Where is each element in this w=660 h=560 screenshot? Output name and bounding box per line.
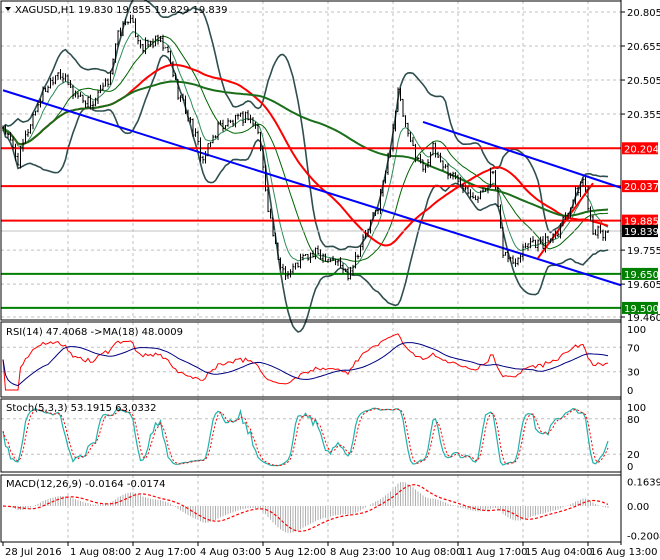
price-tick-label: 20.655	[627, 42, 660, 53]
stoch-tick-label: 0	[627, 462, 633, 473]
price-badge-label: 20.037	[624, 182, 659, 193]
stoch-label: Stoch(5,3,3) 53.1915 63.0332	[6, 403, 157, 414]
time-tick-label: 1 Aug 08:00	[70, 547, 131, 558]
time-tick-label: 2 Aug 17:00	[135, 547, 196, 558]
rsi-label: RSI(14) 47.4068 ->MA(18) 48.0009	[6, 327, 183, 338]
symbol-label: XAGUSD,H1	[15, 5, 75, 16]
stoch-tick-label: 80	[627, 415, 640, 426]
price-badge-label: 19.650	[624, 270, 659, 281]
rsi-tick-label: 100	[627, 325, 646, 336]
price-badge-label: 20.204	[624, 144, 659, 155]
chart-header: XAGUSD,H1 19.830 19.855 19.829 19.839	[5, 5, 228, 16]
trading-chart: 10070300 10080200 0.16390.00-0.2004 20.8…	[0, 0, 660, 560]
macd-tick-label: -0.2004	[627, 532, 660, 543]
price-badge-label: 19.839	[624, 227, 659, 238]
macd-label: MACD(12,26,9) -0.0164 -0.0174	[6, 479, 166, 490]
rsi-tick-label: 30	[627, 368, 640, 379]
time-tick-label: 5 Aug 12:00	[265, 547, 326, 558]
time-tick-label: 16 Aug 13:00	[590, 547, 657, 558]
stoch-tick-label: 100	[627, 403, 646, 414]
time-tick-label: 28 Jul 2016	[5, 547, 62, 558]
rsi-tick-label: 0	[627, 386, 633, 397]
stoch-tick-label: 20	[627, 450, 640, 461]
price-tick-label: 20.505	[627, 76, 660, 87]
time-tick-label: 10 Aug 08:00	[395, 547, 462, 558]
time-tick-label: 8 Aug 23:00	[330, 547, 391, 558]
price-tick-label: 20.355	[627, 110, 660, 121]
background	[0, 0, 660, 560]
price-tick-label: 19.605	[627, 280, 660, 291]
macd-tick-label: 0.00	[627, 502, 649, 513]
ohlc-values: 19.830 19.855 19.829 19.839	[78, 5, 228, 16]
rsi-tick-label: 70	[627, 343, 640, 354]
time-tick-label: 11 Aug 17:00	[460, 547, 527, 558]
price-tick-label: 20.805	[627, 8, 660, 19]
macd-tick-label: 0.1639	[627, 478, 660, 489]
time-tick-label: 4 Aug 03:00	[200, 547, 261, 558]
price-badge-label: 19.500	[624, 304, 659, 315]
time-tick-label: 15 Aug 04:00	[525, 547, 592, 558]
price-tick-label: 19.755	[627, 246, 660, 257]
